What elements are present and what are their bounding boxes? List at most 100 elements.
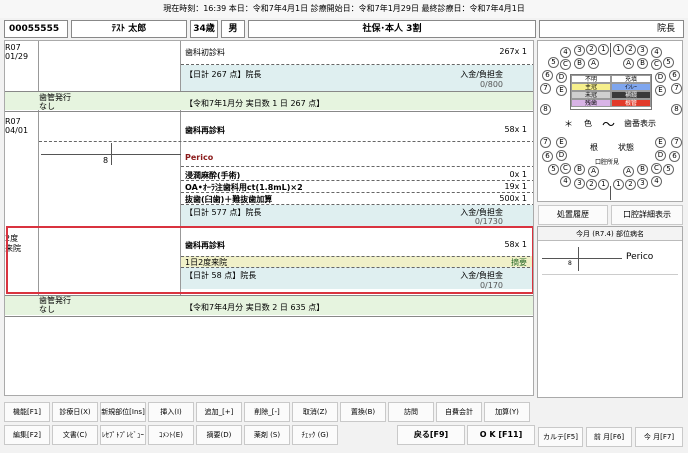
legend-2: 充填 — [611, 75, 651, 83]
function-button-8[interactable]: 置換(B) — [340, 402, 386, 422]
edit-button-6[interactable]: 薬剤 (S) — [244, 425, 290, 445]
tooth-left-8[interactable]: 8 — [540, 104, 551, 115]
tooth-upper-right-5[interactable]: 5 — [663, 57, 674, 68]
tooth-lower-right-1[interactable]: 1 — [613, 179, 624, 190]
this-month-button[interactable]: 今 月[F7] — [635, 427, 683, 447]
payment-value: 0/800 — [479, 80, 503, 89]
prev-month-button[interactable]: 前 月[F6] — [586, 427, 632, 447]
tooth-number-toggle[interactable]: 歯番表示 — [624, 118, 656, 129]
tooth-lower-right-5[interactable]: 5 — [663, 164, 674, 175]
tooth-lower-left-3[interactable]: 3 — [574, 178, 585, 189]
edit-button-1[interactable]: 編集[F2] — [4, 425, 50, 445]
tooth-upper-right-C[interactable]: C — [651, 59, 662, 70]
tooth-lower-left-B[interactable]: B — [574, 164, 585, 175]
treatment-history-button[interactable]: 処置履歴 — [538, 205, 608, 225]
tooth-lower-left-5[interactable]: 5 — [548, 164, 559, 175]
tooth-upper-left-D[interactable]: D — [556, 72, 567, 83]
tooth-upper-right-4[interactable]: 4 — [651, 47, 662, 58]
insurance-type: 社保･本人 3割 — [248, 20, 536, 38]
tooth-lower-right-E[interactable]: E — [655, 137, 666, 148]
diagnosis-name: Perico — [185, 153, 214, 162]
function-button-2[interactable]: 診療日(X) — [52, 402, 98, 422]
tooth-upper-left-6[interactable]: 6 — [542, 70, 553, 81]
tooth-lower-left-E[interactable]: E — [556, 137, 567, 148]
tooth-lower-right-B[interactable]: B — [637, 164, 648, 175]
tooth-upper-left-B[interactable]: B — [574, 58, 585, 69]
function-button-3[interactable]: 新規部位[Ins] — [100, 402, 146, 422]
edit-button-2[interactable]: 文書(C) — [52, 425, 98, 445]
tooth-upper-left-1[interactable]: 1 — [598, 44, 609, 55]
tooth-lower-left-A[interactable]: A — [588, 166, 599, 177]
tooth-lower-right-4[interactable]: 4 — [651, 176, 662, 187]
ok-button[interactable]: O K [F11] — [467, 425, 535, 445]
function-button-6[interactable]: 削除_[-] — [244, 402, 290, 422]
state-button[interactable]: 状態 — [618, 142, 634, 153]
tooth-upper-right-D[interactable]: D — [655, 72, 666, 83]
tooth-lower-right-3[interactable]: 3 — [637, 178, 648, 189]
tooth-lower-left-7[interactable]: 7 — [540, 137, 551, 148]
root-button[interactable]: 根 — [590, 142, 598, 153]
karte-button[interactable]: カルテ[F5] — [538, 427, 583, 447]
back-button[interactable]: 戻る[F9] — [397, 425, 465, 445]
edit-button-3[interactable]: ﾚｾﾌﾟﾄﾌﾟﾚﾋﾞｭｰ — [100, 425, 146, 445]
edit-button-5[interactable]: 摘要(D) — [196, 425, 242, 445]
tooth-upper-right-6[interactable]: 6 — [669, 70, 680, 81]
legend-4: ｲﾝﾚｰ — [611, 83, 651, 91]
tooth-lower-left-C[interactable]: C — [560, 163, 571, 174]
tooth-upper-right-7[interactable]: 7 — [671, 83, 682, 94]
tooth-upper-left-C[interactable]: C — [560, 59, 571, 70]
tooth-upper-right-B[interactable]: B — [637, 58, 648, 69]
patient-age: 34歳 — [190, 20, 218, 38]
mouth-findings-button[interactable]: 口腔所見 — [595, 157, 619, 166]
tooth-upper-right-E[interactable]: E — [655, 85, 666, 96]
tooth-upper-left-A[interactable]: A — [588, 58, 599, 69]
rx-issue-label: 歯管発行 なし — [39, 93, 71, 111]
tooth-lower-left-D[interactable]: D — [556, 150, 567, 161]
tooth-lower-right-A[interactable]: A — [623, 166, 634, 177]
edit-button-7[interactable]: ﾁｪｯｸ (G) — [292, 425, 338, 445]
tooth-number: 8 — [103, 156, 109, 165]
function-button-1[interactable]: 機能[F1] — [4, 402, 50, 422]
legend-6: 補綴 — [611, 91, 651, 99]
edit-button-4[interactable]: ｺﾒﾝﾄ(E) — [148, 425, 194, 445]
star-button[interactable]: ＊ — [564, 117, 573, 130]
tooth-upper-left-7[interactable]: 7 — [540, 83, 551, 94]
diagnosis-panel[interactable]: 今月 (R7.4) 部位病名 8 Perico — [537, 226, 683, 398]
tooth-upper-left-5[interactable]: 5 — [548, 57, 559, 68]
tooth-upper-left-E[interactable]: E — [556, 85, 567, 96]
karte-record-area[interactable]: R07 01/29 歯科初診料 267x 1 【日計 267 点】院長 入金/負… — [4, 40, 534, 396]
tooth-lower-right-2[interactable]: 2 — [625, 179, 636, 190]
tooth-lower-right-D[interactable]: D — [655, 150, 666, 161]
tooth-upper-right-3[interactable]: 3 — [637, 45, 648, 56]
entry-date: R07 04/01 — [5, 117, 29, 135]
tooth-lower-left-6[interactable]: 6 — [542, 151, 553, 162]
payment-value: 0/1730 — [474, 218, 503, 226]
tooth-upper-right-1[interactable]: 1 — [613, 44, 624, 55]
tooth-lower-left-1[interactable]: 1 — [598, 179, 609, 190]
function-button-11[interactable]: 加算(Y) — [484, 402, 530, 422]
tooth-lower-left-2[interactable]: 2 — [586, 179, 597, 190]
tooth-upper-right-A[interactable]: A — [623, 58, 634, 69]
tooth-lower-right-6[interactable]: 6 — [669, 151, 680, 162]
tooth-upper-left-2[interactable]: 2 — [586, 44, 597, 55]
tooth-upper-right-2[interactable]: 2 — [625, 44, 636, 55]
payment-header: 入金/負担金 — [460, 70, 503, 79]
tooth-lower-right-7[interactable]: 7 — [671, 137, 682, 148]
tilde-button[interactable]: ～ — [602, 114, 615, 133]
function-button-9[interactable]: 訪問 — [388, 402, 434, 422]
patient-sex: 男 — [221, 20, 245, 38]
function-button-10[interactable]: 自費会計 — [436, 402, 482, 422]
function-button-4[interactable]: 挿入(I) — [148, 402, 194, 422]
tooth-upper-left-4[interactable]: 4 — [560, 47, 571, 58]
tooth-lower-left-4[interactable]: 4 — [560, 176, 571, 187]
function-button-5[interactable]: 追加_[+] — [196, 402, 242, 422]
tooth-right-8[interactable]: 8 — [671, 104, 682, 115]
color-button[interactable]: 色 — [584, 118, 592, 129]
diagnosis-name: Perico — [626, 252, 654, 262]
tooth-upper-left-3[interactable]: 3 — [574, 45, 585, 56]
status-bar: 現在時刻：16:39 本日：令和7年4月1日 診療開始日：令和7年1月29日 最… — [0, 0, 688, 18]
dental-chart[interactable]: 不明 充填 主冠 ｲﾝﾚｰ 未冠 補綴 残歯 根管 43211234567567CDECDE8… — [537, 40, 683, 202]
function-button-7[interactable]: 取消(Z) — [292, 402, 338, 422]
mouth-detail-button[interactable]: 口腔詳細表示 — [611, 205, 683, 225]
tooth-lower-right-C[interactable]: C — [651, 163, 662, 174]
